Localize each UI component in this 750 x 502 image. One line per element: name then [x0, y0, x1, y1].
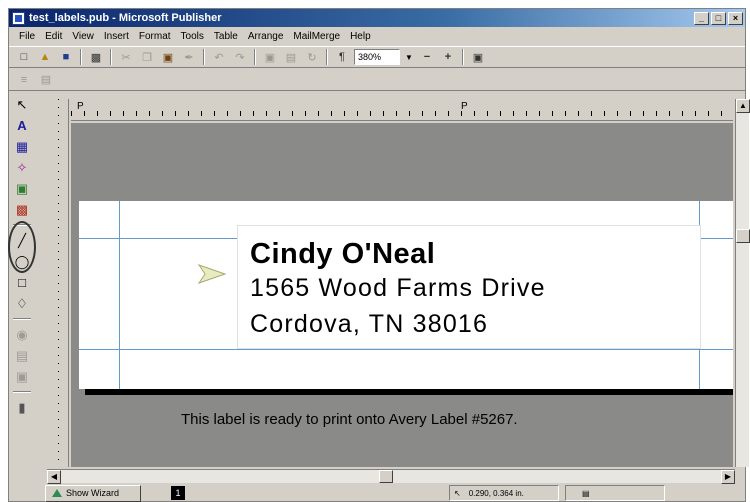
wizard-icon [52, 489, 62, 497]
menu-arrange[interactable]: Arrange [244, 31, 288, 42]
table-frame-icon[interactable]: ▦ [12, 137, 32, 156]
rectangle-icon[interactable]: □ [12, 273, 32, 292]
zoom-dropdown-icon[interactable]: ▼ [403, 49, 415, 65]
design-gallery-icon[interactable]: ▮ [12, 398, 32, 417]
connector-arrow-icon [197, 263, 227, 288]
format-painter-icon[interactable]: ✒ [180, 49, 198, 66]
window-controls: _ □ × [694, 11, 743, 25]
horizontal-scrollbar[interactable]: ◀ ▶ [47, 469, 735, 484]
hot-spot-icon[interactable]: ▣ [12, 367, 32, 386]
first-line-indent-marker[interactable]: P [77, 101, 84, 112]
print-icon[interactable]: ▩ [87, 49, 105, 66]
toolbar-separator [326, 49, 328, 65]
copy-icon[interactable]: ❐ [138, 49, 156, 66]
rotate-icon[interactable]: ↻ [303, 49, 321, 66]
menu-file[interactable]: File [15, 31, 39, 42]
send-back-icon[interactable]: ▤ [282, 49, 300, 66]
street-address[interactable]: 1565 Wood Farms Drive [250, 274, 546, 303]
object-toolbar: ↖ A ▦ ✧ ▣ ▩ ╱ ◯ □ ♢ ◉ ▤ ▣ ▮ [8, 95, 36, 467]
bring-front-icon[interactable]: ▣ [261, 49, 279, 66]
horizontal-ruler[interactable]: P P [71, 99, 733, 121]
menu-edit[interactable]: Edit [41, 31, 66, 42]
instruction-caption: This label is ready to print onto Avery … [181, 411, 518, 428]
html-code-icon[interactable]: ▤ [12, 346, 32, 365]
recipient-name[interactable]: Cindy O'Neal [250, 238, 435, 271]
toolbar-separator [254, 49, 256, 65]
zoom-in-icon[interactable]: + [439, 49, 457, 66]
minimize-button[interactable]: _ [694, 11, 709, 25]
formatting-toolbar: ≡ ▤ [9, 69, 745, 91]
tool-separator [13, 318, 31, 320]
form-control-icon[interactable]: ◉ [12, 325, 32, 344]
window-title: test_labels.pub - Microsoft Publisher [29, 12, 222, 24]
menu-insert[interactable]: Insert [100, 31, 133, 42]
city-state-zip[interactable]: Cordova, TN 38016 [250, 310, 488, 339]
page-navigation-button[interactable]: 1 [171, 486, 185, 500]
vertical-scroll-thumb[interactable] [736, 229, 750, 243]
help-icon[interactable]: ▣ [469, 49, 487, 66]
show-special-characters-icon[interactable]: ¶ [333, 49, 351, 66]
toolbar-separator [203, 49, 205, 65]
menu-table[interactable]: Table [210, 31, 242, 42]
toolbar-separator [462, 49, 464, 65]
menu-view[interactable]: View [68, 31, 98, 42]
object-size: ▤ [565, 485, 665, 501]
publisher-app-icon[interactable] [12, 11, 25, 25]
picture-frame-icon[interactable]: ▣ [12, 179, 32, 198]
cut-icon[interactable]: ✂ [117, 49, 135, 66]
close-button[interactable]: × [728, 11, 743, 25]
scroll-right-icon[interactable]: ▶ [721, 470, 735, 484]
wordart-icon[interactable]: ✧ [12, 158, 32, 177]
custom-shape-icon[interactable]: ♢ [12, 294, 32, 313]
maximize-button[interactable]: □ [711, 11, 726, 25]
margin-guide [79, 349, 733, 350]
label-page[interactable]: Cindy O'Neal 1565 Wood Farms Drive Cordo… [79, 201, 733, 389]
undo-icon[interactable]: ↶ [210, 49, 228, 66]
position-arrow-icon: ↖ [454, 488, 461, 498]
save-icon[interactable]: ■ [57, 49, 75, 66]
text-frame-icon[interactable]: A [12, 116, 32, 135]
margin-guide [119, 201, 120, 389]
object-position: ↖ 0.290, 0.364 in. [449, 485, 559, 501]
vertical-scrollbar[interactable]: ▲ [735, 99, 750, 467]
zoom-out-icon[interactable]: − [418, 49, 436, 66]
paste-icon[interactable]: ▣ [159, 49, 177, 66]
zoom-field[interactable]: 380% [354, 49, 400, 65]
highlight-circle [8, 221, 36, 273]
pointer-icon[interactable]: ↖ [12, 95, 32, 114]
standard-toolbar: □ ▲ ■ ▩ ✂ ❐ ▣ ✒ ↶ ↷ ▣ ▤ ↻ ¶ 380% ▼ − + ▣ [9, 46, 745, 68]
clip-gallery-icon[interactable]: ▩ [12, 200, 32, 219]
show-wizard-button[interactable]: Show Wizard [45, 484, 141, 502]
show-wizard-label: Show Wizard [66, 488, 120, 498]
menu-help[interactable]: Help [346, 31, 375, 42]
vertical-ruler[interactable] [47, 99, 69, 467]
tool-separator [13, 391, 31, 393]
document-workspace[interactable]: Cindy O'Neal 1565 Wood Farms Drive Cordo… [71, 123, 733, 467]
status-bar: Show Wizard 1 ↖ 0.290, 0.364 in. ▤ [9, 483, 745, 502]
position-readout: 0.290, 0.364 in. [468, 488, 524, 498]
scroll-left-icon[interactable]: ◀ [47, 470, 61, 484]
new-icon[interactable]: □ [15, 49, 33, 66]
menu-tools[interactable]: Tools [177, 31, 208, 42]
scroll-up-icon[interactable]: ▲ [736, 99, 750, 113]
menu-mailmerge[interactable]: MailMerge [289, 31, 344, 42]
address-text-frame[interactable]: Cindy O'Neal 1565 Wood Farms Drive Cordo… [237, 225, 701, 349]
title-bar[interactable]: test_labels.pub - Microsoft Publisher _ … [9, 9, 745, 27]
menu-bar: File Edit View Insert Format Tools Table… [9, 28, 745, 45]
right-indent-marker[interactable]: P [461, 101, 468, 112]
publisher-window: test_labels.pub - Microsoft Publisher _ … [8, 8, 750, 502]
menu-format[interactable]: Format [135, 31, 175, 42]
size-icon: ▤ [582, 488, 590, 498]
horizontal-scroll-thumb[interactable] [379, 470, 393, 483]
text-style-icon[interactable]: ▤ [37, 71, 55, 88]
toolbar-separator [110, 49, 112, 65]
toolbar-separator [80, 49, 82, 65]
align-icon[interactable]: ≡ [15, 71, 33, 88]
open-icon[interactable]: ▲ [36, 49, 54, 66]
redo-icon[interactable]: ↷ [231, 49, 249, 66]
